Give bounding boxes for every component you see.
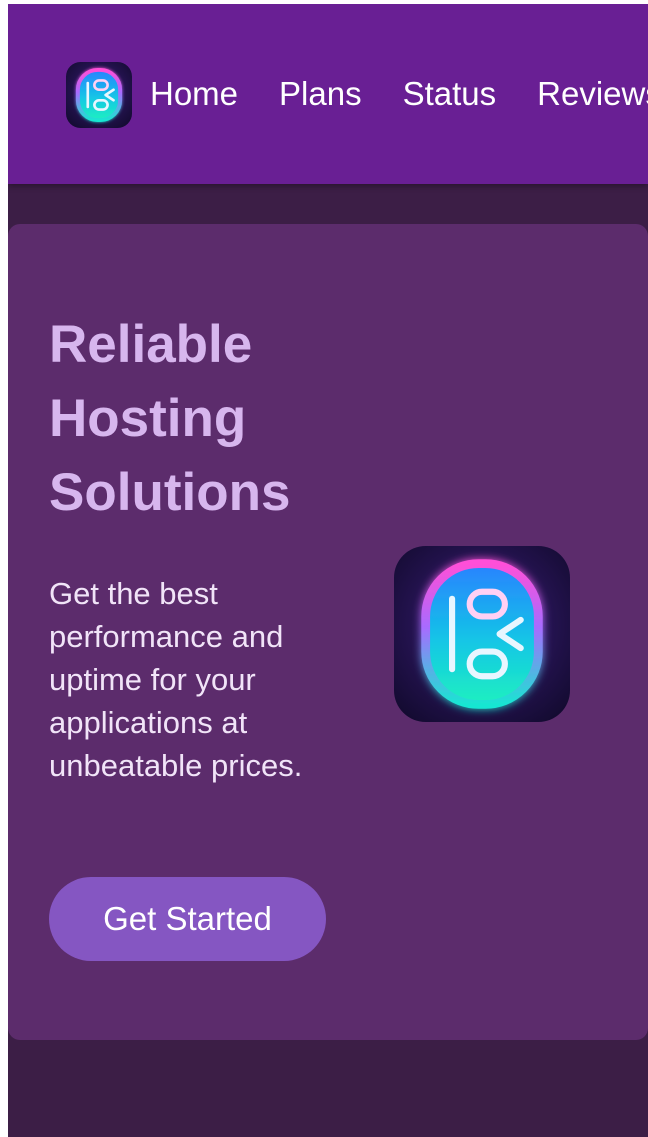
nav-link-status[interactable]: Status [403, 74, 497, 114]
hero-logo-icon [394, 546, 570, 722]
app-logo-icon[interactable] [66, 62, 132, 128]
nav-link-home[interactable]: Home [150, 74, 238, 114]
hero-description: Get the best performance and uptime for … [49, 576, 303, 783]
navbar: Home Plans Status Reviews [8, 4, 648, 184]
hero-title: Reliable Hosting Solutions [49, 315, 291, 522]
nav-link-plans[interactable]: Plans [279, 74, 362, 114]
get-started-button[interactable]: Get Started [49, 877, 326, 961]
page: Home Plans Status Reviews Reliable Hosti… [8, 4, 648, 1137]
footer-band [8, 1040, 648, 1137]
hero-section: Reliable Hosting Solutions Get the best … [8, 224, 648, 1040]
nav-link-reviews[interactable]: Reviews [537, 74, 648, 114]
nav-links: Home Plans Status Reviews [150, 74, 648, 114]
